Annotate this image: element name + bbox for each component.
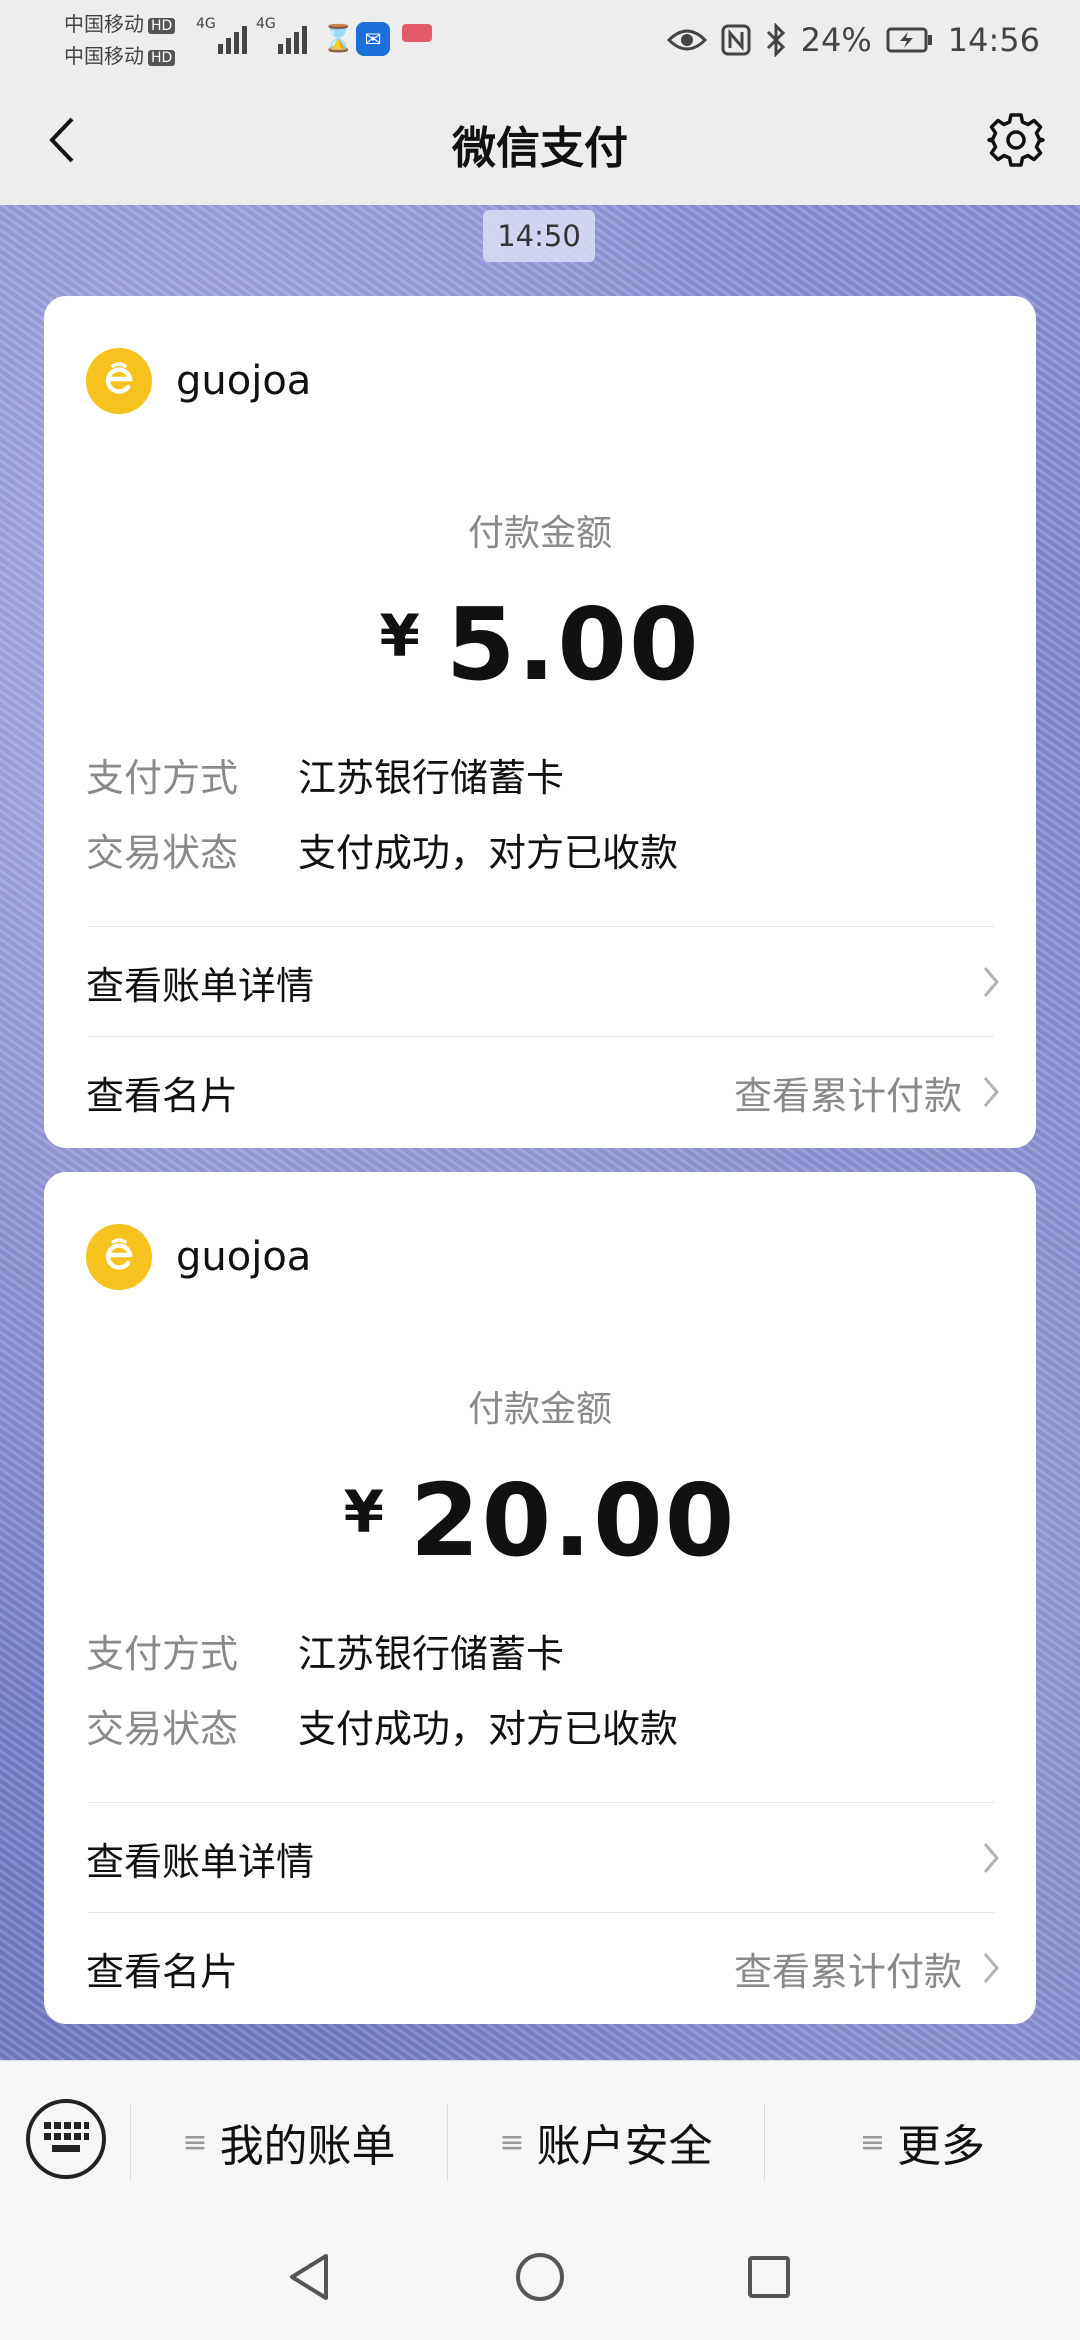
- circle-home-icon: [514, 2251, 566, 2307]
- merchant-avatar: [86, 1224, 152, 1290]
- hourglass-icon: ⌛: [322, 24, 355, 54]
- network-type-1: 4G: [196, 16, 216, 32]
- merchant-row[interactable]: guojoa: [86, 1224, 311, 1290]
- amount-value: 5.00: [445, 586, 701, 703]
- chevron-right-icon: [982, 1951, 1000, 1985]
- app-notification-icon: [402, 24, 432, 42]
- chevron-right-icon: [982, 1075, 1000, 1109]
- transaction-status-label: 交易状态: [86, 830, 239, 875]
- transaction-status-row: 交易状态 支付成功，对方已收款: [86, 1699, 678, 1751]
- bill-detail-label: 查看账单详情: [86, 1839, 315, 1884]
- view-card-link[interactable]: 查看名片 查看累计付款: [86, 1928, 1000, 2008]
- divider: [88, 926, 994, 927]
- amount: ¥20.00: [44, 1462, 1036, 1579]
- chevron-right-icon: [982, 1841, 1000, 1875]
- view-total-payments-label: 查看累计付款: [733, 1073, 962, 1118]
- divider: [88, 1036, 994, 1037]
- currency-symbol: ¥: [379, 602, 420, 670]
- carrier-2-name: 中国移动: [64, 44, 144, 68]
- payment-method-value: 江苏银行储蓄卡: [298, 1631, 565, 1676]
- carrier-1-name: 中国移动: [64, 12, 144, 36]
- nav-bar: 微信支付: [0, 80, 1080, 205]
- payment-method-value: 江苏银行储蓄卡: [298, 755, 565, 800]
- gear-icon: [987, 111, 1045, 173]
- system-navigation-bar: [0, 2218, 1080, 2340]
- hd-badge: HD: [148, 49, 176, 66]
- view-card-label: 查看名片: [86, 1949, 239, 1994]
- square-recents-icon: [746, 2254, 792, 2304]
- wechat-pay-screen: 中国移动 HD 中国移动 HD 4G 4G ⌛ ✉ 24% 14:56 微信支付…: [0, 0, 1080, 2340]
- keyboard-toggle-button[interactable]: [26, 2099, 106, 2179]
- bill-detail-link[interactable]: 查看账单详情: [86, 942, 1000, 1022]
- page-title: 微信支付: [452, 123, 628, 174]
- transaction-status-row: 交易状态 支付成功，对方已收款: [86, 823, 678, 875]
- system-back-button[interactable]: [278, 2248, 340, 2310]
- nfc-icon: [721, 24, 751, 56]
- merchant-name: guojoa: [176, 358, 312, 404]
- status-time: 14:56: [947, 21, 1040, 59]
- payment-card[interactable]: guojoa 付款金额 ¥20.00 支付方式 江苏银行储蓄卡 交易状态 支付成…: [44, 1172, 1036, 2024]
- payment-method-row: 支付方式 江苏银行储蓄卡: [86, 748, 564, 800]
- currency-symbol: ¥: [343, 1478, 385, 1546]
- carrier-1: 中国移动 HD: [64, 8, 176, 37]
- view-card-link[interactable]: 查看名片 查看累计付款: [86, 1052, 1000, 1132]
- merchant-row[interactable]: guojoa: [86, 348, 311, 414]
- bill-detail-label: 查看账单详情: [86, 963, 315, 1008]
- signal-icon: 4G: [256, 16, 307, 54]
- triangle-back-icon: [286, 2252, 332, 2306]
- menu-more-label: 更多: [897, 2121, 986, 2172]
- bill-detail-link[interactable]: 查看账单详情: [86, 1818, 1000, 1898]
- amount-label: 付款金额: [467, 1389, 612, 1430]
- settings-button[interactable]: [982, 108, 1050, 176]
- transaction-status-value: 支付成功，对方已收款: [298, 830, 679, 875]
- divider: [88, 1912, 994, 1913]
- system-home-button[interactable]: [509, 2248, 571, 2310]
- merchant-avatar: [86, 348, 152, 414]
- amount: ¥5.00: [44, 586, 1036, 703]
- menu-my-bills[interactable]: ≡ 我的账单: [131, 2103, 447, 2181]
- view-total-payments-label: 查看累计付款: [733, 1949, 962, 1994]
- payment-method-row: 支付方式 江苏银行储蓄卡: [86, 1624, 564, 1676]
- eye-icon: [666, 26, 707, 54]
- chevron-right-icon: [982, 965, 1000, 999]
- amount-value: 20.00: [410, 1462, 737, 1579]
- battery-charging-icon: [886, 26, 934, 54]
- transaction-status-label: 交易状态: [86, 1706, 239, 1751]
- view-card-label: 查看名片: [86, 1073, 239, 1118]
- signal-icon: 4G: [196, 16, 247, 54]
- divider: [88, 1802, 994, 1803]
- menu-my-bills-label: 我的账单: [219, 2121, 396, 2172]
- hd-badge: HD: [148, 17, 176, 34]
- bluetooth-icon: [765, 23, 787, 57]
- status-right: 24% 14:56: [666, 18, 1040, 62]
- menu-account-security[interactable]: ≡ 账户安全: [448, 2103, 764, 2181]
- merchant-name: guojoa: [176, 1234, 312, 1280]
- network-type-2: 4G: [256, 16, 276, 32]
- menu-lines-icon: ≡: [499, 2124, 525, 2160]
- transaction-status-value: 支付成功，对方已收款: [298, 1706, 679, 1751]
- system-recents-button[interactable]: [738, 2248, 800, 2310]
- amount-label: 付款金额: [467, 513, 612, 554]
- menu-lines-icon: ≡: [859, 2124, 886, 2160]
- keyboard-icon: [42, 2120, 90, 2158]
- menu-more[interactable]: ≡ 更多: [765, 2103, 1080, 2181]
- payment-card[interactable]: guojoa 付款金额 ¥5.00 支付方式 江苏银行储蓄卡 交易状态 支付成功…: [44, 296, 1036, 1148]
- app-notification-icon: ✉: [356, 22, 390, 56]
- menu-account-security-label: 账户安全: [536, 2121, 713, 2172]
- payment-method-label: 支付方式: [86, 755, 239, 800]
- battery-percent: 24%: [800, 21, 872, 59]
- menu-lines-icon: ≡: [182, 2124, 208, 2160]
- carrier-2: 中国移动 HD: [64, 40, 176, 69]
- payment-method-label: 支付方式: [86, 1631, 239, 1676]
- chat-timestamp: 14:50: [483, 210, 595, 262]
- bottom-menu: ≡ 我的账单 ≡ 账户安全 ≡ 更多: [0, 2060, 1080, 2218]
- status-bar: 中国移动 HD 中国移动 HD 4G 4G ⌛ ✉ 24% 14:56: [0, 0, 1080, 80]
